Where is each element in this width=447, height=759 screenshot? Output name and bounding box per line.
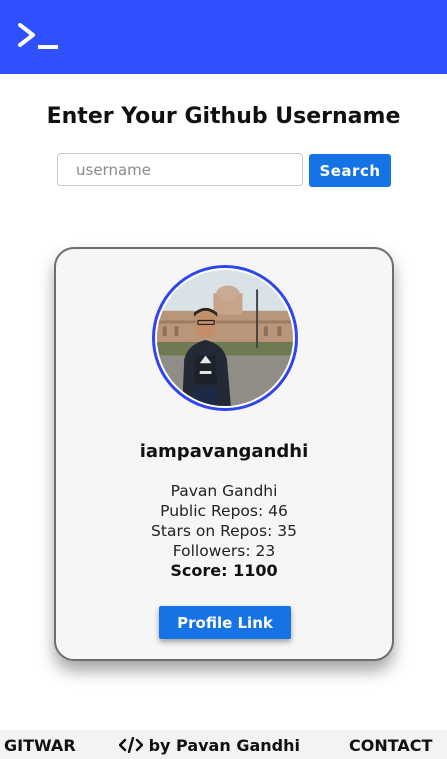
code-icon	[118, 736, 144, 754]
stars-count: Stars on Repos: 35	[151, 522, 297, 540]
top-navbar	[0, 0, 447, 74]
user-avatar-photo	[157, 270, 293, 406]
public-repos-count: Public Repos: 46	[160, 502, 288, 520]
score-value: Score: 1100	[170, 561, 278, 580]
footer: GITWAR by Pavan Gandhi CONTACT	[0, 730, 447, 759]
search-button[interactable]: Search	[309, 154, 391, 187]
followers-count: Followers: 23	[172, 542, 276, 560]
profile-link-button[interactable]: Profile Link	[159, 606, 291, 639]
footer-credit-label: by Pavan Gandhi	[148, 736, 300, 755]
profile-username: iampavangandhi	[139, 441, 309, 462]
username-search-input[interactable]	[57, 153, 303, 186]
terminal-prompt-icon[interactable]	[16, 22, 62, 52]
user-avatar	[152, 265, 298, 411]
footer-brand-link[interactable]: GITWAR	[4, 736, 76, 755]
profile-full-name: Pavan Gandhi	[170, 482, 278, 500]
footer-contact-link[interactable]: CONTACT	[349, 736, 432, 755]
profile-card: iampavangandhi Pavan Gandhi Public Repos…	[54, 247, 394, 661]
page-title: Enter Your Github Username	[46, 104, 401, 129]
footer-credit-link[interactable]: by Pavan Gandhi	[118, 736, 300, 755]
